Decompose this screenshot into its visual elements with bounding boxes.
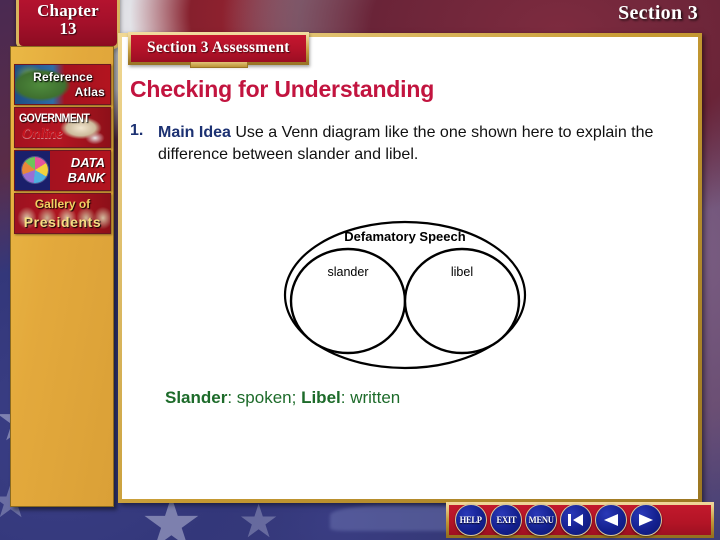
sidebar-panel: Reference Atlas GOVERNMENT Online DATA B… <box>10 46 114 507</box>
question-body: Main Idea Use a Venn diagram like the on… <box>158 122 660 166</box>
question-block: 1. Main Idea Use a Venn diagram like the… <box>130 122 660 166</box>
help-text-icon: HELP <box>459 515 483 525</box>
chapter-number: 13 <box>59 19 77 38</box>
sidebar-item-label: DATA BANK <box>67 155 105 185</box>
venn-diagram-svg: Defamatory Speech slander libel <box>283 220 527 370</box>
sidebar-label-line1: Gallery of <box>34 197 91 211</box>
venn-diagram: Defamatory Speech slander libel <box>280 218 530 373</box>
sidebar-item-government-online[interactable]: GOVERNMENT Online <box>14 107 111 148</box>
sidebar-label-line2: Presidents <box>23 214 102 230</box>
assessment-banner: Section 3 Assessment <box>128 32 309 65</box>
next-button[interactable] <box>630 504 662 536</box>
section-label: Section 3 <box>618 2 698 24</box>
next-arrow-icon <box>639 514 653 526</box>
sidebar-label-line1: DATA <box>70 155 105 170</box>
chapter-word: Chapter <box>37 1 99 20</box>
answer-term-1: Slander <box>165 388 228 407</box>
sidebar-item-label: Reference Atlas <box>15 65 110 104</box>
sidebar-label-line2: Online <box>22 126 63 142</box>
assessment-banner-label: Section 3 Assessment <box>147 39 290 56</box>
pie-chart-icon <box>22 157 48 183</box>
sidebar-label-line1: Reference <box>33 69 93 84</box>
exit-text-icon: EXIT <box>496 515 516 525</box>
question-number: 1. <box>130 122 144 139</box>
previous-arrow-icon <box>604 514 618 526</box>
first-page-arrow-icon <box>568 514 583 526</box>
assessment-banner-tab <box>190 62 248 68</box>
venn-outer-label: Defamatory Speech <box>344 229 465 244</box>
bottom-navigation-bar: HELP EXIT MENU <box>446 502 714 538</box>
venn-right-label: libel <box>451 265 473 279</box>
menu-text-icon: MENU <box>528 515 554 525</box>
help-button[interactable]: HELP <box>455 504 487 536</box>
question-text: Use a Venn diagram like the one shown he… <box>158 124 654 163</box>
answer-line: Slander: spoken; Libel: written <box>165 388 400 408</box>
flag-star-icon: ★ <box>238 495 280 540</box>
sidebar-label-line2: Atlas <box>74 84 105 99</box>
slide-root: ★ ★ ★ ★ ★ Chapter 13 Section 3 Reference… <box>0 0 720 540</box>
page-title: Checking for Understanding <box>130 76 435 102</box>
question-lead-label: Main Idea <box>158 124 231 141</box>
menu-button[interactable]: MENU <box>525 504 557 536</box>
sidebar-label-line1: GOVERNMENT <box>19 113 90 125</box>
sidebar-item-gallery-of-presidents[interactable]: Gallery of Presidents <box>14 193 111 234</box>
answer-def-2: : written <box>340 388 401 407</box>
answer-def-1: : spoken; <box>227 388 302 407</box>
sidebar-item-reference-atlas[interactable]: Reference Atlas <box>14 64 111 105</box>
sidebar-item-data-bank[interactable]: DATA BANK <box>14 150 111 191</box>
answer-term-2: Libel <box>301 388 341 407</box>
venn-left-label: slander <box>328 265 369 279</box>
first-page-button[interactable] <box>560 504 592 536</box>
exit-button[interactable]: EXIT <box>490 504 522 536</box>
chapter-plaque: Chapter 13 <box>16 0 120 49</box>
sidebar-label-line2: BANK <box>67 170 105 185</box>
previous-button[interactable] <box>595 504 627 536</box>
